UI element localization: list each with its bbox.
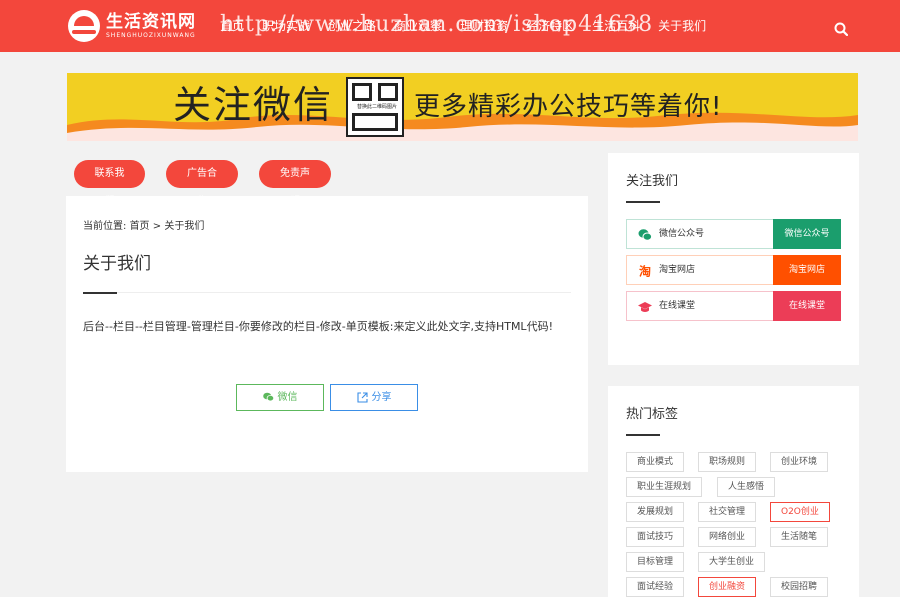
disclaimer-button[interactable]: 免责声明 [259, 160, 331, 207]
breadcrumb-separator: > [152, 221, 162, 232]
share-wechat-button[interactable]: 微信 [236, 384, 324, 411]
page-content: 后台--栏目--栏目管理-管理栏目-你要修改的栏目-修改-单页模板:来定义此处文… [83, 320, 553, 333]
follow-wechat-label: 微信公众号 [659, 229, 705, 239]
contact-us-button[interactable]: 联系我们 [74, 160, 145, 207]
wechat-icon [638, 229, 652, 241]
follow-wechat-button[interactable]: 微信公众号 [773, 219, 841, 249]
tag-item[interactable]: 职业生涯规划 [626, 477, 703, 497]
tag-item[interactable]: 生活随笔 [770, 527, 829, 547]
wechat-icon [262, 392, 274, 402]
follow-course-label: 在线课堂 [659, 301, 696, 311]
share-label: 分享 [371, 392, 392, 403]
follow-us-card: 关注我们 微信公众号 微信公众号 淘 淘宝网店 淘宝网店 在线课堂 在线课堂 [608, 153, 859, 365]
hot-tags-accent-bar [626, 434, 660, 436]
site-logo[interactable]: 生活资讯网 SHENGHUOZIXUNWANG [68, 10, 196, 42]
title-accent-bar [83, 292, 117, 294]
tag-item[interactable]: 大学生创业 [698, 552, 766, 572]
tag-item[interactable]: 面试技巧 [626, 527, 685, 547]
follow-row-taobao[interactable]: 淘 淘宝网店 淘宝网店 [626, 255, 841, 285]
tag-item[interactable]: 商业模式 [626, 452, 685, 472]
breadcrumb: 当前位置: 首页 > 关于我们 [83, 217, 204, 232]
wechat-banner[interactable]: 关注微信 替换此二维码图片 更多精彩办公技巧等着你! [67, 73, 858, 141]
follow-row-course[interactable]: 在线课堂 在线课堂 [626, 291, 841, 321]
follow-row-wechat[interactable]: 微信公众号 微信公众号 [626, 219, 841, 249]
breadcrumb-current[interactable]: 关于我们 [164, 221, 204, 232]
article-card: 当前位置: 首页 > 关于我们 关于我们 后台--栏目--栏目管理-管理栏目-你… [66, 196, 588, 472]
hot-tags-card: 热门标签 商业模式 职场规则 创业环境 职业生涯规划 人生感悟 发展规划 社交管… [608, 386, 859, 597]
title-divider [83, 292, 571, 293]
tag-item[interactable]: 目标管理 [626, 552, 685, 572]
tag-item[interactable]: 面试经验 [626, 577, 685, 597]
graduation-cap-icon [638, 302, 652, 312]
qr-hint-text: 替换此二维码图片 [356, 104, 397, 110]
tag-item-highlighted[interactable]: 创业融资 [698, 577, 757, 597]
tag-item-highlighted[interactable]: O2O创业 [770, 502, 830, 522]
follow-taobao-button[interactable]: 淘宝网店 [773, 255, 841, 285]
logo-title: 生活资讯网 [106, 12, 196, 32]
breadcrumb-home[interactable]: 首页 [130, 221, 150, 232]
logo-subtitle: SHENGHUOZIXUNWANG [106, 32, 196, 39]
tag-item[interactable]: 人生感悟 [717, 477, 776, 497]
watermark-url: http://www.huzhan.com/ishop41638 [220, 12, 654, 37]
tag-item[interactable]: 发展规划 [626, 502, 685, 522]
share-icon [356, 391, 368, 403]
search-icon[interactable] [834, 22, 848, 36]
qr-code: 替换此二维码图片 [346, 77, 404, 137]
tag-item[interactable]: 创业环境 [770, 452, 829, 472]
ad-cooperation-button[interactable]: 广告合作 [166, 160, 238, 207]
tag-item[interactable]: 职场规则 [698, 452, 757, 472]
follow-us-accent-bar [626, 201, 660, 203]
follow-us-title: 关注我们 [626, 174, 679, 189]
tag-item[interactable]: 社交管理 [698, 502, 757, 522]
breadcrumb-prefix: 当前位置: [83, 221, 127, 232]
follow-taobao-label: 淘宝网店 [659, 265, 696, 275]
follow-course-button[interactable]: 在线课堂 [773, 291, 841, 321]
banner-text-more: 更多精彩办公技巧等着你! [414, 92, 723, 122]
banner-text-follow: 关注微信 [173, 83, 334, 127]
logo-mark-icon [68, 10, 100, 42]
tag-item[interactable]: 校园招聘 [770, 577, 829, 597]
taobao-icon: 淘 [638, 264, 652, 278]
top-header: 生活资讯网 SHENGHUOZIXUNWANG 首页 职场实战 创业之路 商业观… [0, 0, 900, 52]
hot-tags-title: 热门标签 [626, 407, 679, 422]
share-button[interactable]: 分享 [330, 384, 418, 411]
share-wechat-label: 微信 [277, 392, 298, 403]
page-title: 关于我们 [83, 254, 151, 274]
svg-text:淘: 淘 [639, 264, 651, 278]
tag-item[interactable]: 网络创业 [698, 527, 757, 547]
nav-item-about[interactable]: 关于我们 [658, 14, 706, 38]
